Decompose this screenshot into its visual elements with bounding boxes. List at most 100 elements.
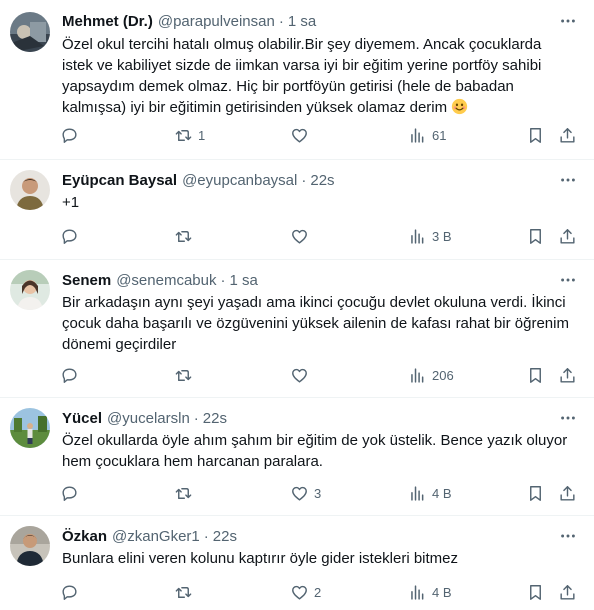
author-handle[interactable]: @yucelarsln	[107, 410, 190, 427]
bookmark-button[interactable]	[526, 222, 545, 250]
timestamp[interactable]: 22s	[213, 528, 237, 545]
tweet-yucel[interactable]: Yücel @yucelarsln · 22s Özel okullarda ö…	[0, 398, 594, 516]
like-button[interactable]	[290, 222, 314, 250]
reply-button[interactable]	[60, 121, 84, 149]
like-button[interactable]	[290, 121, 314, 149]
separator-dot: ·	[301, 171, 307, 189]
avatar[interactable]	[10, 170, 50, 210]
like-button[interactable]: 2	[290, 578, 321, 606]
like-button[interactable]	[290, 361, 314, 389]
retweet-icon	[175, 369, 192, 381]
tweet-text: +1	[62, 194, 80, 211]
like-icon	[292, 128, 307, 143]
avatar[interactable]	[10, 408, 50, 448]
reply-icon	[62, 584, 77, 600]
more-icon[interactable]	[558, 408, 578, 428]
author-handle[interactable]: @eyupcanbaysal	[182, 172, 297, 189]
timestamp[interactable]: 1 sa	[229, 272, 257, 289]
bookmark-icon	[530, 127, 541, 143]
like-icon	[292, 585, 307, 600]
author-name[interactable]: Senem	[62, 272, 111, 289]
bookmark-button[interactable]	[526, 578, 545, 606]
share-icon	[560, 485, 575, 501]
share-button[interactable]	[558, 222, 577, 250]
share-button[interactable]	[558, 479, 577, 507]
timestamp[interactable]: 1 sa	[288, 13, 316, 30]
reply-button[interactable]	[60, 222, 84, 250]
bookmark-button[interactable]	[526, 479, 545, 507]
tweet-text-block: Bunlara elini veren kolunu kaptırır öyle…	[62, 548, 574, 569]
separator-dot: ·	[193, 409, 199, 427]
retweet-button[interactable]	[174, 222, 198, 250]
tweet-ozkan[interactable]: Özkan @zkanGker1 · 22s Bunlara elini ver…	[0, 516, 594, 610]
more-icon[interactable]	[558, 270, 578, 290]
more-icon[interactable]	[558, 526, 578, 546]
tweet-header: Yücel @yucelarsln · 22s	[62, 408, 554, 428]
author-name[interactable]: Eyüpcan Baysal	[62, 172, 177, 189]
tweet-header: Özkan @zkanGker1 · 22s	[62, 526, 554, 546]
reply-button[interactable]	[60, 479, 84, 507]
views-icon	[411, 485, 424, 501]
views-button[interactable]: 206	[408, 361, 454, 389]
author-name[interactable]: Özkan	[62, 528, 107, 545]
reply-button[interactable]	[60, 361, 84, 389]
avatar[interactable]	[10, 270, 50, 310]
tweet-text: Bunlara elini veren kolunu kaptırır öyle…	[62, 550, 459, 567]
views-button[interactable]: 3 B	[408, 222, 452, 250]
tweet-text-block: Özel okul tercihi hatalı olmuş olabilir.…	[62, 34, 574, 118]
retweet-icon	[175, 586, 192, 598]
retweet-icon	[175, 129, 192, 141]
author-handle[interactable]: @senemcabuk	[116, 272, 216, 289]
tweet-header: Mehmet (Dr.) @parapulveinsan · 1 sa	[62, 11, 554, 31]
share-icon	[560, 584, 575, 600]
reply-feed: Mehmet (Dr.) @parapulveinsan · 1 sa Özel…	[0, 0, 594, 610]
tweet-header: Eyüpcan Baysal @eyupcanbaysal · 22s	[62, 170, 554, 190]
more-icon[interactable]	[558, 170, 578, 190]
author-name[interactable]: Yücel	[62, 410, 102, 427]
reply-icon	[62, 485, 77, 501]
tweet-eyupcan[interactable]: Eyüpcan Baysal @eyupcanbaysal · 22s +1 3…	[0, 160, 594, 260]
reply-button[interactable]	[60, 578, 84, 606]
like-button[interactable]: 3	[290, 479, 321, 507]
tweet-mehmet[interactable]: Mehmet (Dr.) @parapulveinsan · 1 sa Özel…	[0, 0, 594, 160]
views-button[interactable]: 4 B	[408, 479, 452, 507]
tweet-text-block: Özel okullarda öyle ahım şahım bir eğiti…	[62, 430, 574, 472]
action-bar: 2 4 B	[54, 578, 586, 606]
share-button[interactable]	[558, 121, 577, 149]
action-bar: 206	[54, 361, 586, 389]
share-button[interactable]	[558, 578, 577, 606]
timestamp[interactable]: 22s	[310, 172, 334, 189]
avatar[interactable]	[10, 526, 50, 566]
separator-dot: ·	[220, 271, 226, 289]
retweet-button[interactable]: 1	[174, 121, 205, 149]
tweet-text: Bir arkadaşın aynı şeyi yaşadı ama ikinc…	[62, 294, 569, 353]
action-bar: 3 B	[54, 222, 586, 250]
tweet-text: Özel okullarda öyle ahım şahım bir eğiti…	[62, 432, 568, 470]
share-button[interactable]	[558, 361, 577, 389]
action-bar: 3 4 B	[54, 479, 586, 507]
bookmark-button[interactable]	[526, 361, 545, 389]
like-count: 2	[314, 584, 322, 600]
retweet-button[interactable]	[174, 361, 198, 389]
retweet-button[interactable]	[174, 578, 198, 606]
timestamp[interactable]: 22s	[203, 410, 227, 427]
views-icon	[411, 367, 424, 383]
views-button[interactable]: 61	[408, 121, 446, 149]
more-icon[interactable]	[558, 11, 578, 31]
tweet-header: Senem @senemcabuk · 1 sa	[62, 270, 554, 290]
tweet-text-block: Bir arkadaşın aynı şeyi yaşadı ama ikinc…	[62, 292, 574, 355]
bookmark-icon	[530, 584, 541, 600]
share-icon	[560, 127, 575, 143]
bookmark-button[interactable]	[526, 121, 545, 149]
action-bar: 1 61	[54, 121, 586, 149]
author-handle[interactable]: @parapulveinsan	[158, 13, 275, 30]
bookmark-icon	[530, 367, 541, 383]
avatar[interactable]	[10, 12, 50, 52]
separator-dot: ·	[203, 527, 209, 545]
author-name[interactable]: Mehmet (Dr.)	[62, 13, 153, 30]
views-icon	[411, 584, 424, 600]
views-button[interactable]: 4 B	[408, 578, 452, 606]
author-handle[interactable]: @zkanGker1	[112, 528, 200, 545]
tweet-senem[interactable]: Senem @senemcabuk · 1 sa Bir arkadaşın a…	[0, 260, 594, 398]
retweet-button[interactable]	[174, 479, 198, 507]
